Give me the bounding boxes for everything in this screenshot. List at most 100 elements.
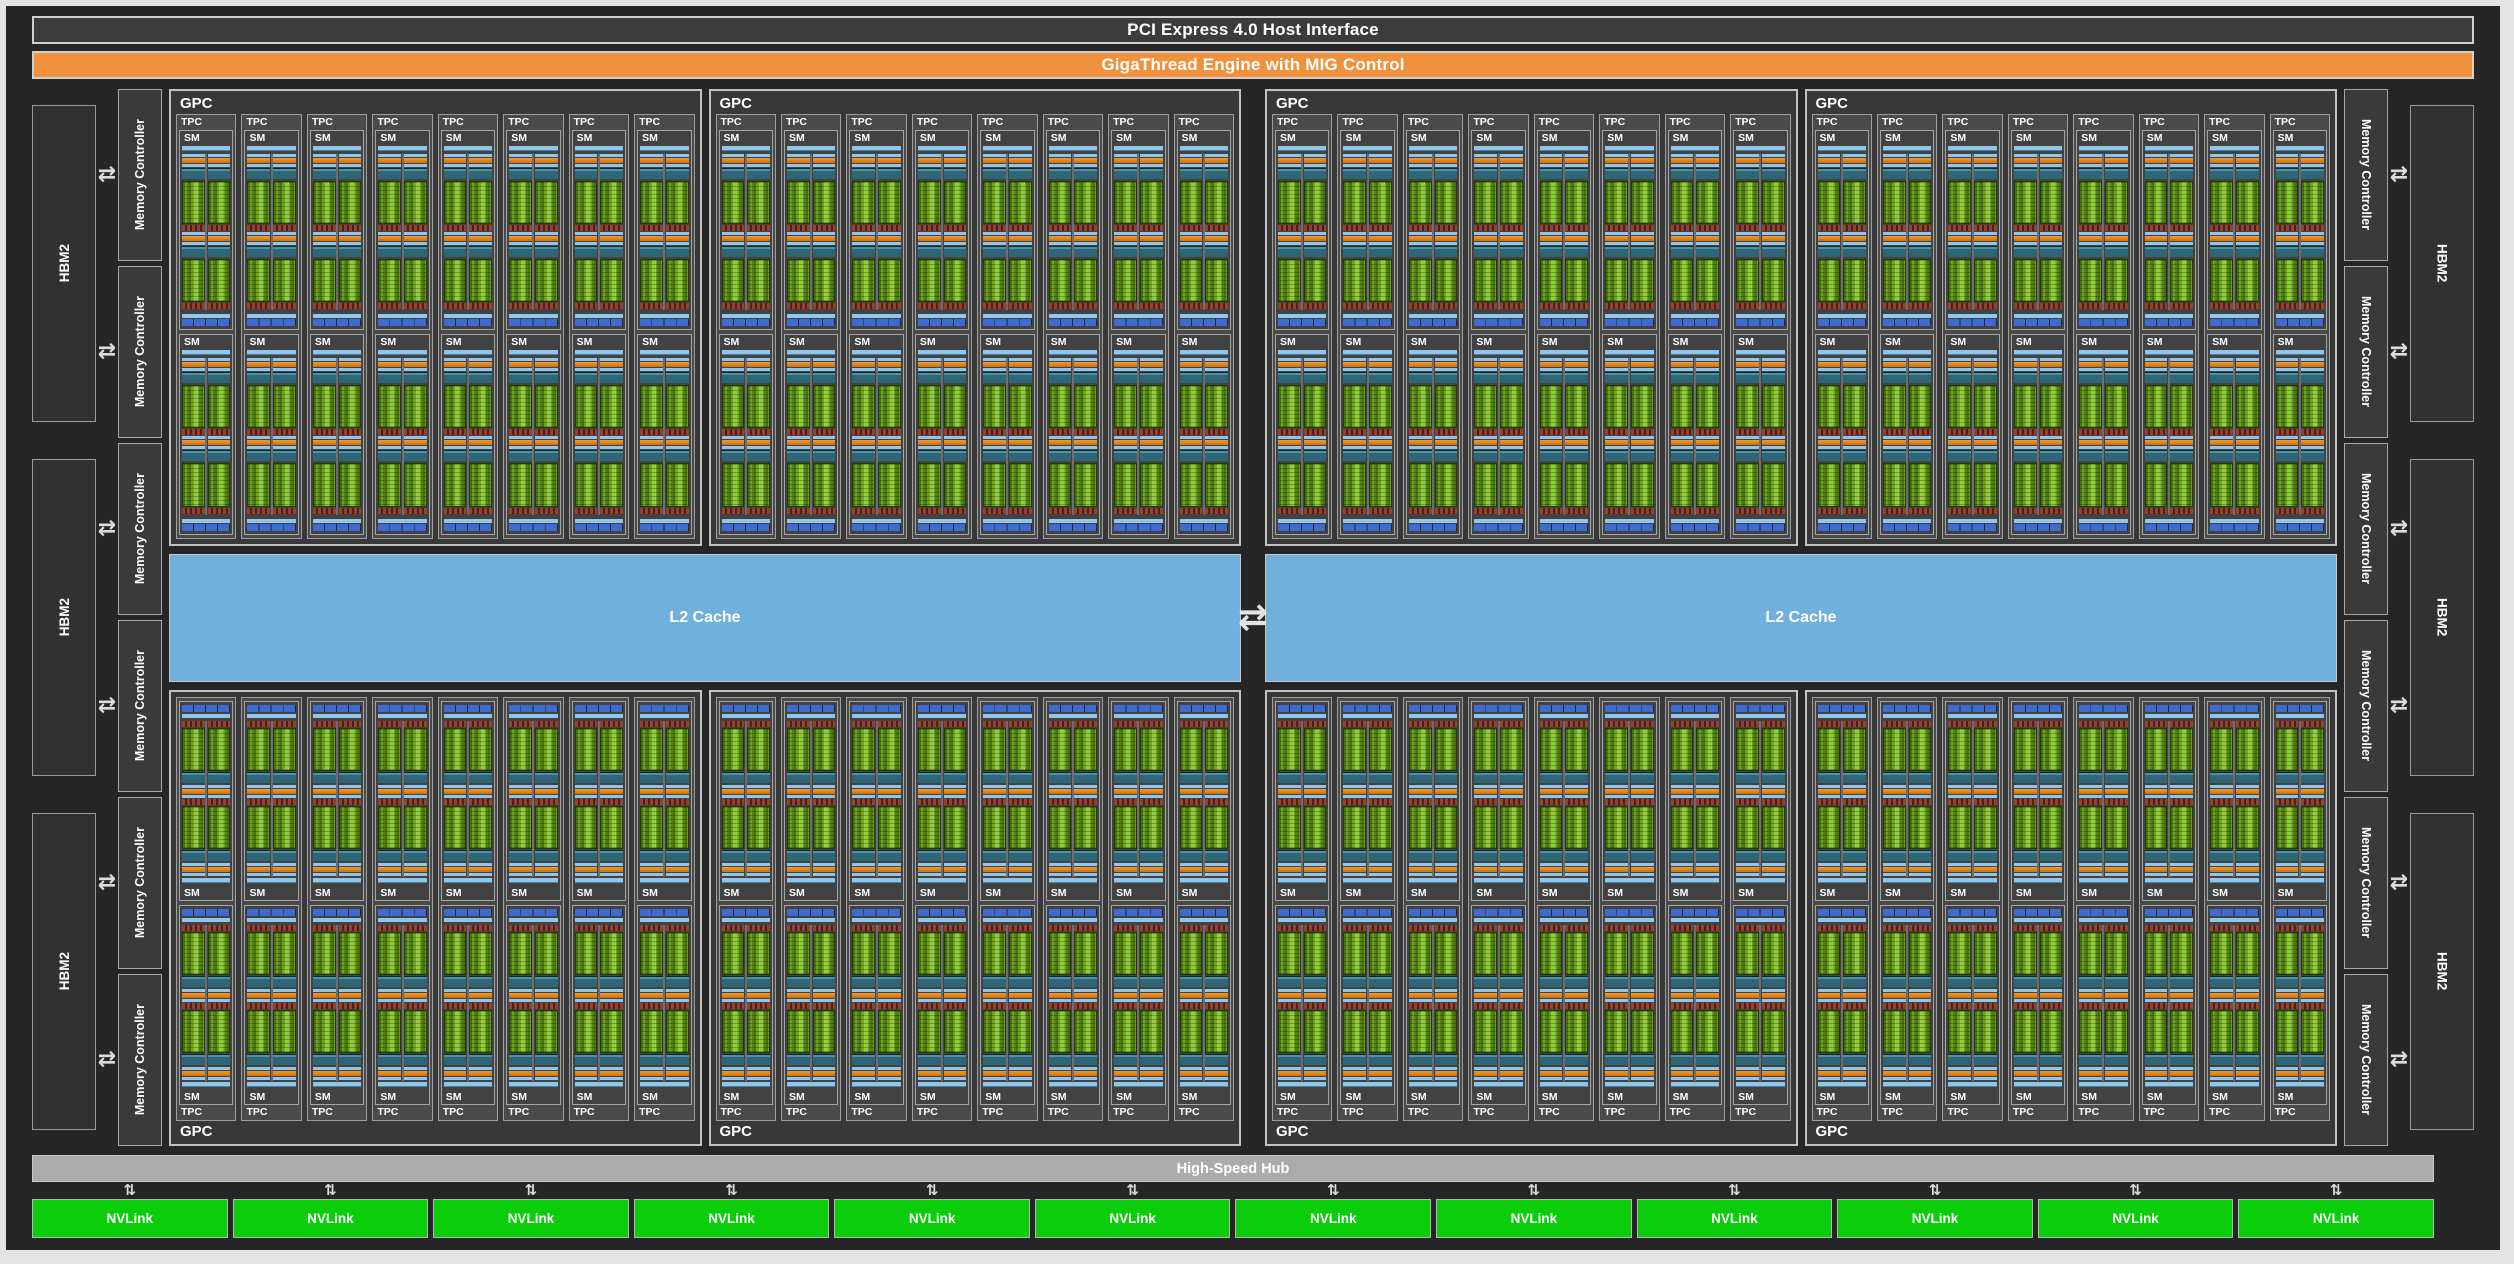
sm-l1-cache-bar (1180, 878, 1228, 883)
sm-core-grid (1883, 385, 1906, 428)
sm-tex-unit-row (918, 524, 966, 531)
sm-core-grid (878, 259, 901, 302)
sm-ldst-row (1369, 225, 1392, 231)
sm-dispatch-bar (2170, 242, 2193, 245)
sm-processing-columns (1948, 925, 1996, 1081)
sm-dispatch-bar (313, 785, 336, 788)
sm-core-grid (1540, 181, 1563, 224)
sm-dispatch-bar (1369, 232, 1392, 235)
sm-l1-data-cache-bar (918, 714, 966, 718)
sm-warp-scheduler-bar (1343, 867, 1366, 872)
gigathread-engine-bar: GigaThread Engine with MIG Control (32, 51, 2474, 79)
memory-controller-label: Memory Controller (133, 473, 147, 584)
sm-register-file-block (2014, 976, 2037, 987)
sm-warp-scheduler-bar (1974, 993, 1997, 998)
sm-warp-scheduler-bar (1049, 1071, 1072, 1076)
sm-core-grid (575, 806, 598, 849)
sm-l1-data-cache-bar (640, 918, 688, 922)
sm-register-file-block (1304, 1054, 1327, 1065)
sm-register-file-block (1736, 1054, 1759, 1065)
sm-warp-scheduler-bar (1500, 158, 1523, 163)
sm-core-grid (469, 463, 492, 506)
sm-register-file-block (1671, 246, 1694, 257)
sm-core-grid (1304, 181, 1327, 224)
sm-dispatch-bar (1883, 242, 1906, 245)
sm-warp-scheduler-bar (313, 1071, 336, 1076)
sm-dispatch-bar (722, 164, 745, 167)
sm-register-file-block (918, 850, 941, 861)
sm-dispatch-bar (313, 232, 336, 235)
sm-label: SM (1671, 886, 1719, 900)
sm-dispatch-bar (273, 785, 296, 788)
sm-label: SM (722, 886, 770, 900)
sm-l1-cache-bar (1883, 350, 1931, 355)
sm-l1-data-cache-bar (722, 314, 770, 318)
sm-dispatch-bar (1500, 873, 1523, 876)
sm-register-file-block (747, 772, 770, 783)
sm-dispatch-bar (2236, 989, 2259, 992)
sm-core-grid (944, 259, 967, 302)
sm-label: SM (182, 1090, 230, 1104)
sm-dispatch-bar (1009, 436, 1032, 439)
sm-label: SM (1736, 131, 1784, 145)
sm-tex-unit-row (640, 705, 688, 712)
tpc-block: TPCSMSM (241, 697, 301, 1122)
nvlink-block: NVLink (2238, 1199, 2434, 1238)
sm-register-file-block (1883, 372, 1906, 383)
sm-warp-scheduler-bar (1605, 158, 1628, 163)
sm-dispatch-bar (722, 436, 745, 439)
sm-core-grid (1409, 1010, 1432, 1053)
sm-processing-column (1435, 358, 1458, 514)
sm-processing-column (852, 358, 875, 514)
sm-register-file-block (1540, 168, 1563, 179)
sm-ldst-row (2105, 508, 2128, 514)
sm-l1-cache-bar (1114, 1082, 1162, 1087)
sm-l1-cache-bar (2014, 878, 2062, 883)
sm-ldst-row (1671, 799, 1694, 805)
sm-warp-scheduler-bar (2210, 440, 2233, 445)
sm-core-grid (2170, 932, 2193, 975)
sm-ldst-row (1435, 925, 1458, 931)
sm-register-file-block (1500, 450, 1523, 461)
sm-ldst-row (1883, 1003, 1906, 1009)
sm-dispatch-bar (1736, 1067, 1759, 1070)
sm-l1-cache-bar (1736, 1082, 1784, 1087)
hbm2-label: HBM2 (57, 952, 72, 990)
sm-dispatch-bar (1369, 989, 1392, 992)
sm-label: SM (852, 335, 900, 349)
sm-dispatch-bar (1736, 863, 1759, 866)
sm-register-file-block (1974, 850, 1997, 861)
sm-dispatch-bar (1343, 785, 1366, 788)
sm-dispatch-bar (509, 164, 532, 167)
sm-register-file-block (944, 372, 967, 383)
sm-dispatch-bar (1180, 785, 1203, 788)
sm-warp-scheduler-bar (1843, 789, 1866, 794)
sm-dispatch-bar (1409, 785, 1432, 788)
sm-processing-column (640, 925, 663, 1081)
sm-dispatch-bar (747, 873, 770, 876)
sm-dispatch-bar (1883, 989, 1906, 992)
sm-dispatch-bar (1500, 358, 1523, 361)
sm-ldst-row (666, 508, 689, 514)
sm-tex-unit-row (787, 319, 835, 326)
sm-l1-cache-bar (1343, 1082, 1391, 1087)
sm-warp-scheduler-bar (787, 158, 810, 163)
sm-ldst-row (747, 925, 770, 931)
sm-ldst-row (2040, 508, 2063, 514)
sm-register-file-block (1278, 850, 1301, 861)
sm-tex-unit-row (313, 524, 361, 531)
sm-core-grid (2040, 385, 2063, 428)
sm-dispatch-bar (852, 795, 875, 798)
sm-block: SM (2011, 130, 2065, 330)
sm-core-grid (208, 806, 231, 849)
sm-block: SM (2076, 130, 2130, 330)
sm-processing-column (813, 154, 836, 310)
sm-register-file-block (2236, 450, 2259, 461)
sm-ldst-row (2040, 1003, 2063, 1009)
sm-warp-scheduler-bar (787, 993, 810, 998)
sm-dispatch-bar (1909, 446, 1932, 449)
sm-dispatch-bar (722, 232, 745, 235)
sm-register-file-block (640, 246, 663, 257)
sm-ldst-row (208, 1003, 231, 1009)
sm-label: SM (1409, 131, 1457, 145)
